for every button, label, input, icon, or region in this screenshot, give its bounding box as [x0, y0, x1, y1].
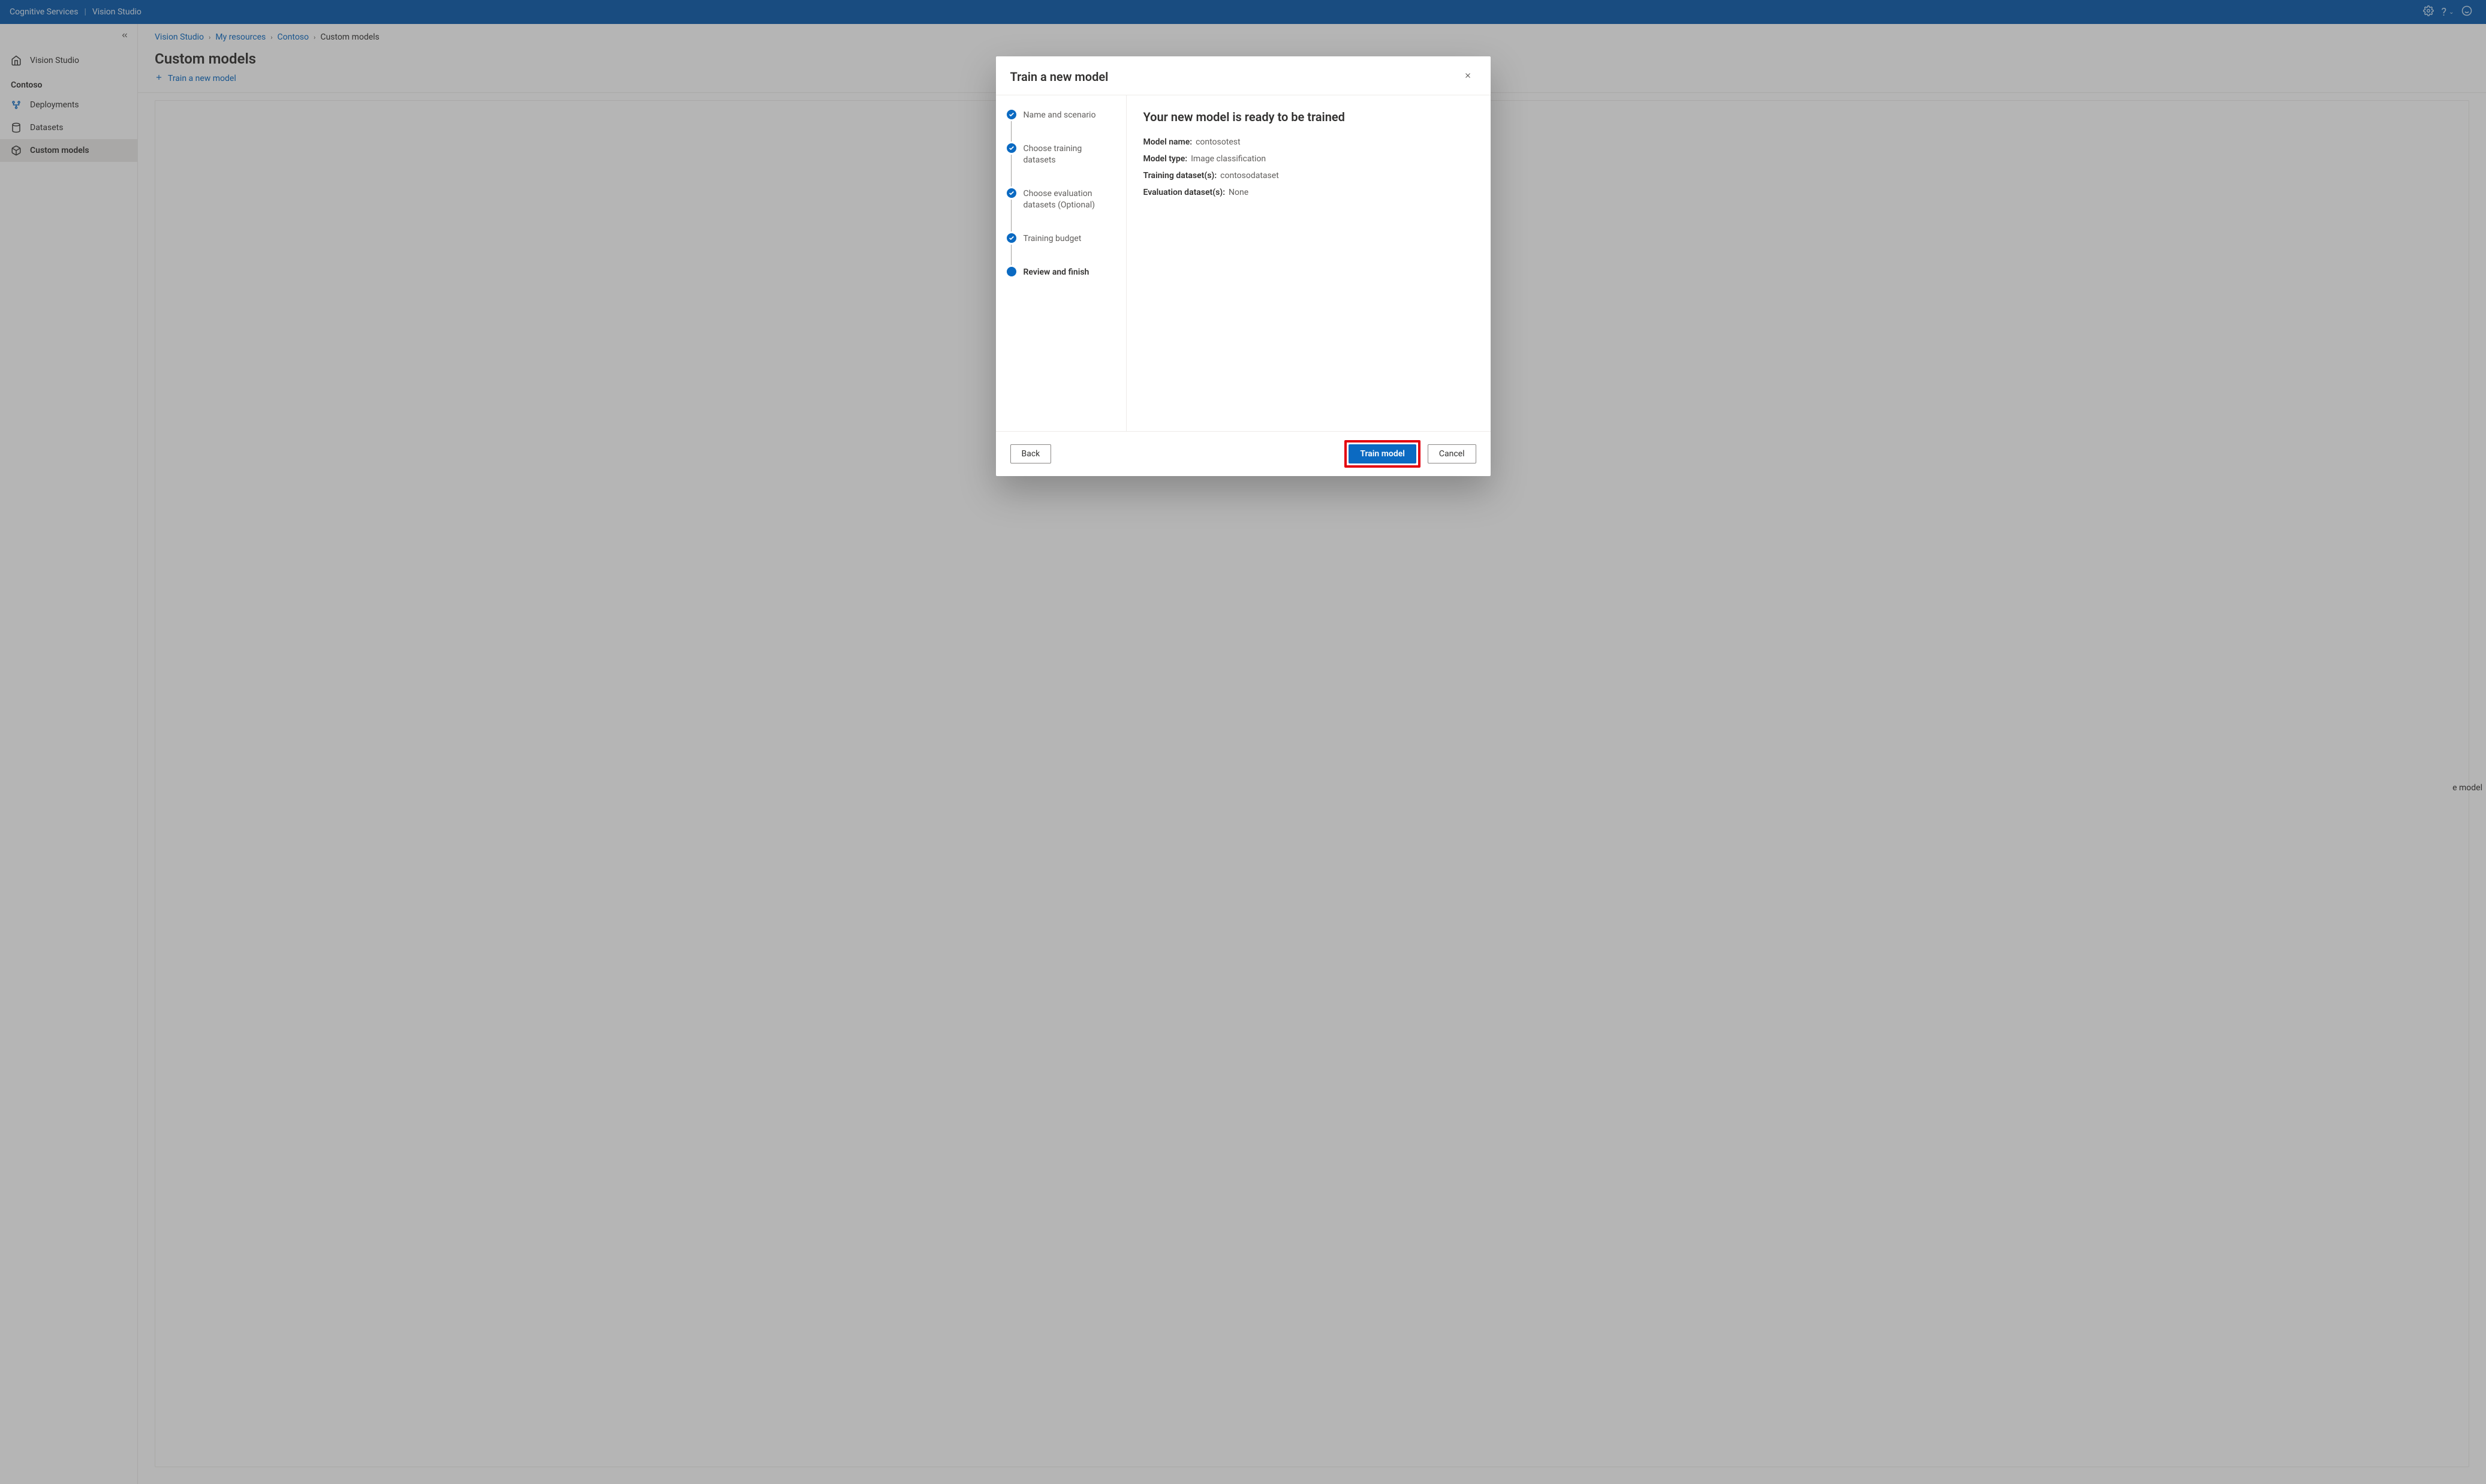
wizard-step-label: Choose evaluation datasets (Optional) — [1024, 188, 1113, 233]
wizard-step-label: Name and scenario — [1024, 110, 1096, 143]
wizard-step-label: Review and finish — [1024, 267, 1089, 279]
modal-overlay: Train a new model Name and scenario — [0, 0, 2486, 1484]
dialog-close-button[interactable] — [1459, 68, 1476, 85]
wizard-content-heading: Your new model is ready to be trained — [1143, 110, 1474, 124]
cancel-button[interactable]: Cancel — [1428, 444, 1476, 463]
summary-row: Model name: contosotest — [1143, 137, 1474, 147]
wizard-step[interactable]: Training budget — [1007, 233, 1119, 267]
step-current-icon — [1007, 267, 1016, 276]
step-complete-icon — [1007, 143, 1016, 153]
summary-value: None — [1229, 188, 1248, 197]
wizard-step[interactable]: Choose training datasets — [1007, 143, 1119, 188]
summary-label: Evaluation dataset(s): — [1143, 188, 1226, 197]
summary-row: Model type: Image classification — [1143, 154, 1474, 164]
wizard-step-current[interactable]: Review and finish — [1007, 267, 1119, 279]
summary-value: contosodataset — [1220, 171, 1279, 180]
train-model-button[interactable]: Train model — [1349, 444, 1416, 463]
summary-label: Training dataset(s): — [1143, 171, 1217, 180]
wizard-step-nav: Name and scenario Choose training datase… — [996, 95, 1127, 431]
wizard-step[interactable]: Name and scenario — [1007, 110, 1119, 143]
step-complete-icon — [1007, 110, 1016, 119]
wizard-step-label: Training budget — [1024, 233, 1082, 267]
train-model-dialog: Train a new model Name and scenario — [996, 56, 1491, 476]
summary-row: Training dataset(s): contosodataset — [1143, 171, 1474, 180]
summary-value: contosotest — [1196, 137, 1241, 147]
back-button[interactable]: Back — [1010, 444, 1052, 463]
step-complete-icon — [1007, 233, 1016, 243]
summary-label: Model name: — [1143, 137, 1193, 147]
wizard-content-panel: Your new model is ready to be trained Mo… — [1127, 95, 1491, 431]
dialog-title: Train a new model — [1010, 70, 1109, 84]
close-icon — [1464, 71, 1472, 82]
summary-label: Model type: — [1143, 154, 1188, 164]
summary-value: Image classification — [1191, 154, 1266, 164]
wizard-step[interactable]: Choose evaluation datasets (Optional) — [1007, 188, 1119, 233]
highlight-annotation: Train model — [1344, 440, 1420, 468]
step-complete-icon — [1007, 188, 1016, 198]
summary-row: Evaluation dataset(s): None — [1143, 188, 1474, 197]
wizard-step-label: Choose training datasets — [1024, 143, 1113, 188]
